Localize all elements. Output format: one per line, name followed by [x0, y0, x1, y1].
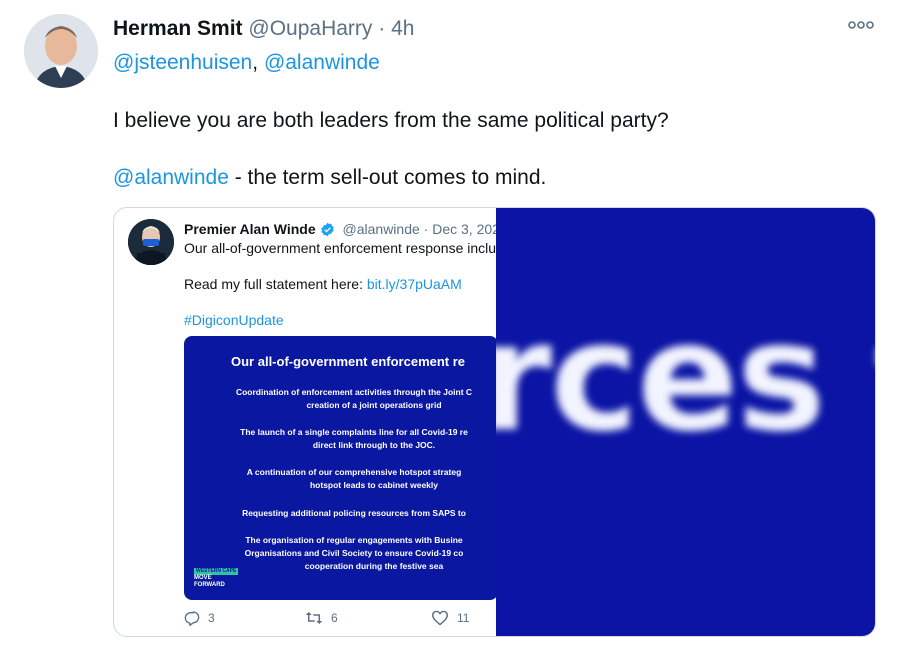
quoted-image[interactable]: Our all-of-government enforcement re Coo…: [184, 336, 498, 600]
quoted-header: Premier Alan Winde @alanwinde · Dec 3, 2…: [184, 220, 508, 238]
image-text-line: A continuation of our comprehensive hots…: [246, 467, 462, 477]
quoted-author-avatar[interactable]: [128, 219, 174, 265]
quoted-text: Our all-of-government enforcement respon…: [184, 240, 497, 256]
mention-link[interactable]: @alanwinde: [264, 51, 380, 74]
hashtag-link[interactable]: #DigiconUpdate: [184, 311, 284, 329]
retweet-count: 6: [331, 611, 338, 625]
tweet-text-line: @alanwinde - the term sell-out comes to …: [113, 165, 546, 191]
reply-mentions: @jsteenhuisen, @alanwinde: [113, 51, 380, 74]
more-horizontal-icon: [848, 21, 874, 29]
tweet-timestamp[interactable]: 4h: [391, 17, 414, 40]
heart-icon: [431, 610, 449, 626]
image-title: Our all-of-government enforcement re: [231, 354, 466, 369]
zoomed-image-overlay: rces f: [496, 208, 875, 636]
reply-count: 3: [208, 611, 215, 625]
reply-icon: [184, 611, 200, 626]
image-text-line: direct link through to the JOC.: [312, 440, 436, 450]
image-text-line: cooperation during the festive sea: [304, 561, 444, 571]
retweet-icon: [305, 612, 323, 624]
reply-action[interactable]: 3: [184, 610, 215, 626]
image-text-line: hotspot leads to cabinet weekly: [309, 480, 438, 490]
image-text-line: Coordination of enforcement activities t…: [235, 387, 473, 397]
quoted-author-name[interactable]: Premier Alan Winde: [184, 221, 316, 237]
author-name[interactable]: Herman Smit: [113, 17, 243, 40]
image-text-line: The launch of a single complaints line f…: [240, 427, 468, 437]
like-count: 11: [457, 611, 470, 625]
image-text-line: Organisations and Civil Society to ensur…: [244, 548, 464, 558]
tweet-header: Herman Smit @OupaHarry · 4h: [113, 16, 414, 42]
zoomed-text: rces f: [496, 291, 875, 465]
image-text-line: Requesting additional policing resources…: [242, 508, 466, 518]
more-options-button[interactable]: [848, 17, 878, 37]
separator-dot: ·: [378, 17, 386, 40]
statement-link[interactable]: bit.ly/37pUaAM: [367, 276, 462, 292]
quoted-text: Read my full statement here: bit.ly/37pU…: [184, 276, 462, 292]
quoted-author-handle[interactable]: @alanwinde: [343, 221, 420, 237]
retweet-action[interactable]: 6: [305, 610, 338, 626]
mention-link[interactable]: @jsteenhuisen: [113, 51, 252, 74]
separator-dot: ·: [423, 221, 429, 237]
like-action[interactable]: 11: [431, 610, 469, 626]
author-avatar[interactable]: [24, 14, 98, 88]
image-text-line: creation of a joint operations grid: [306, 400, 442, 410]
move-forward-logo: WESTERN CAPE MOVE FORWARD: [194, 568, 239, 588]
quoted-tweet-card[interactable]: Premier Alan Winde @alanwinde · Dec 3, 2…: [113, 207, 876, 637]
tweet-text-line: I believe you are both leaders from the …: [113, 109, 669, 132]
image-text-line: The organisation of regular engagements …: [245, 535, 463, 545]
tweet-text: - the term sell-out comes to mind.: [228, 166, 547, 189]
mention-link[interactable]: @alanwinde: [113, 166, 229, 189]
tweet[interactable]: Herman Smit @OupaHarry · 4h @jsteenhuise…: [0, 0, 901, 652]
author-handle[interactable]: @OupaHarry: [248, 17, 372, 40]
verified-badge-icon: [320, 222, 334, 237]
